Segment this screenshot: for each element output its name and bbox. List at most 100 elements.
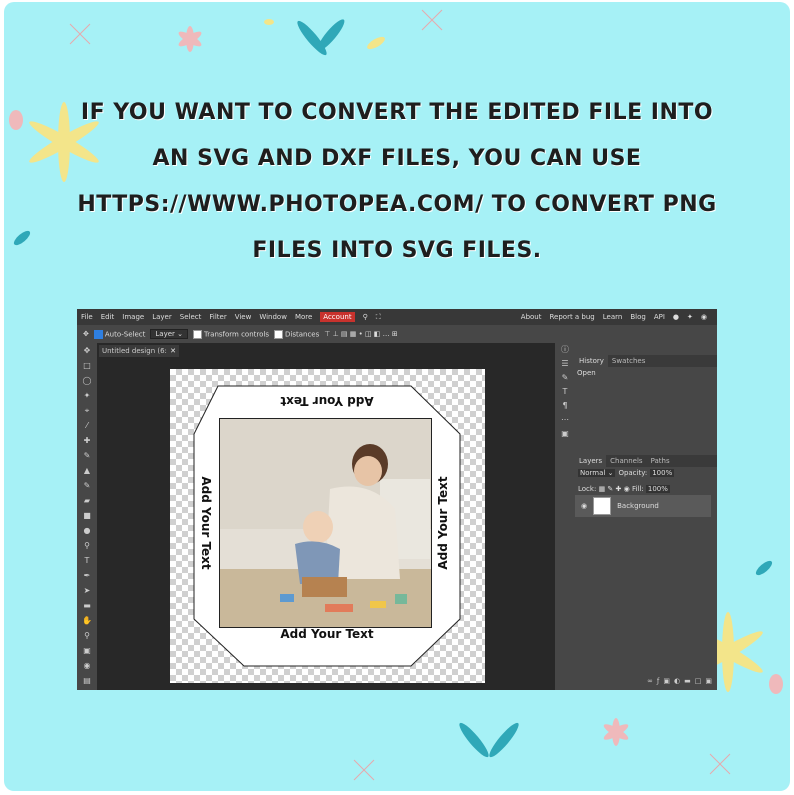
mask-icon[interactable]: ▣ (663, 677, 670, 690)
trash-icon[interactable]: ▣ (705, 677, 712, 690)
layer-row[interactable]: ◉ Background (575, 495, 711, 517)
eraser-tool-icon[interactable]: ▰ (84, 493, 90, 508)
history-list: Open (577, 369, 714, 439)
link-icon[interactable]: ∞ (647, 677, 653, 690)
mother-baby-photo (220, 419, 431, 627)
canvas[interactable]: Add Your Text Add Your Text Add Your Tex… (170, 369, 485, 683)
transform-controls-toggle[interactable]: Transform controls (193, 329, 269, 339)
headline: If you want to convert the edited file i… (77, 100, 717, 263)
document-tab[interactable]: Untitled design (6: ✕ (99, 345, 179, 357)
twitter-icon[interactable]: ✦ (683, 313, 697, 321)
menu-learn[interactable]: Learn (599, 313, 627, 321)
adjustment-icon[interactable]: ◐ (674, 677, 680, 690)
checkbox-icon (274, 329, 283, 339)
layer-options: Normal ⌄ Opacity: 100% (575, 469, 717, 477)
brush-settings-icon[interactable]: ✎ (562, 371, 569, 385)
menu-layer[interactable]: Layer (148, 313, 176, 321)
crop-tool-icon[interactable]: ⌖ (85, 403, 90, 418)
hand-tool-icon[interactable]: ✋ (82, 613, 92, 628)
tab-history[interactable]: History (575, 355, 608, 367)
facebook-icon[interactable]: ◉ (697, 313, 711, 321)
tab-swatches[interactable]: Swatches (608, 355, 649, 367)
fill-label: Fill: (631, 485, 644, 493)
right-menu: About Report a bug Learn Blog API ● ✦ ◉ (517, 313, 717, 321)
eyedropper-icon[interactable]: ⁄ (86, 418, 87, 433)
tab-paths[interactable]: Paths (647, 455, 674, 467)
right-panels: History Swatches Open Layers Channels Pa… (575, 343, 717, 690)
color-swatches-icon[interactable]: ▣ (83, 643, 91, 658)
history-brush-icon[interactable]: ✎ (84, 478, 91, 493)
menu-edit[interactable]: Edit (97, 313, 119, 321)
info-icon[interactable]: ⓘ (561, 343, 569, 357)
menu-image[interactable]: Image (118, 313, 148, 321)
dodge-tool-icon[interactable]: ⚲ (84, 538, 90, 553)
menu-bar: File Edit Image Layer Select Filter View… (77, 309, 717, 325)
move-tool-icon[interactable]: ✥ (84, 343, 91, 358)
options-bar: ✥ Auto-Select Layer ⌄ Transform controls… (77, 325, 717, 343)
marquee-tool-icon[interactable]: □ (83, 358, 91, 373)
toolbox: ✥ □ ◯ ✦ ⌖ ⁄ ✚ ✎ ▲ ✎ ▰ ■ ● ⚲ T ✒ ➤ ▬ ✋ ⚲ … (77, 343, 97, 690)
menu-api[interactable]: API (650, 313, 669, 321)
menu-more[interactable]: More (291, 313, 316, 321)
promo-graphic: If you want to convert the edited file i… (4, 2, 790, 791)
folder-icon[interactable]: ▬ (684, 677, 691, 690)
gradient-tool-icon[interactable]: ■ (83, 508, 91, 523)
fullscreen-icon[interactable]: ⛶ (372, 313, 385, 322)
css-icon[interactable]: ⋯ (561, 413, 569, 427)
character-icon[interactable]: T (563, 385, 568, 399)
menu-file[interactable]: File (77, 313, 97, 321)
lock-row: Lock: ▦ ✎ ✚ ◉ Fill: 100% (578, 485, 670, 493)
distances-toggle[interactable]: Distances (274, 329, 319, 339)
add-your-text-top[interactable]: Add Your Text (280, 394, 373, 408)
brush-tool-icon[interactable]: ✎ (84, 448, 91, 463)
layer-thumbnail (593, 497, 612, 515)
menu-view[interactable]: View (231, 313, 256, 321)
move-tool-icon[interactable]: ✥ (83, 330, 89, 338)
new-layer-icon[interactable]: □ (695, 677, 702, 690)
tab-layers[interactable]: Layers (575, 455, 607, 467)
menu-window[interactable]: Window (255, 313, 291, 321)
paragraph-icon[interactable]: ¶ (562, 399, 567, 413)
lasso-tool-icon[interactable]: ◯ (83, 373, 92, 388)
layer-footer-icons: ∞ ƒ ▣ ◐ ▬ □ ▣ (575, 677, 717, 690)
healing-tool-icon[interactable]: ✚ (84, 433, 91, 448)
blur-tool-icon[interactable]: ● (84, 523, 91, 538)
shape-tool-icon[interactable]: ▬ (83, 598, 91, 613)
reddit-icon[interactable]: ● (669, 313, 683, 321)
add-your-text-right[interactable]: Add Your Text (436, 476, 450, 569)
properties-icon[interactable]: ☰ (561, 357, 568, 371)
lock-icons[interactable]: ▦ ✎ ✚ ◉ (599, 485, 630, 493)
search-icon[interactable]: ⚲ (359, 313, 372, 321)
zoom-tool-icon[interactable]: ⚲ (84, 628, 90, 643)
opacity-field[interactable]: 100% (650, 469, 675, 477)
layer-name: Background (617, 502, 659, 510)
menu-select[interactable]: Select (176, 313, 206, 321)
visibility-eye-icon[interactable]: ◉ (581, 502, 587, 510)
account-button[interactable]: Account (320, 312, 355, 322)
layer-select[interactable]: Layer ⌄ (150, 329, 189, 339)
stamp-tool-icon[interactable]: ▲ (84, 463, 90, 478)
image-panel-icon[interactable]: ▣ (561, 427, 569, 441)
add-your-text-left[interactable]: Add Your Text (199, 476, 213, 569)
effects-icon[interactable]: ƒ (657, 677, 659, 690)
menu-about[interactable]: About (517, 313, 546, 321)
magic-wand-icon[interactable]: ✦ (84, 388, 91, 403)
tab-channels[interactable]: Channels (606, 455, 646, 467)
menu-filter[interactable]: Filter (205, 313, 230, 321)
screen-mode-icon[interactable]: ▤ (83, 673, 91, 688)
fill-field[interactable]: 100% (645, 485, 670, 493)
type-tool-icon[interactable]: T (85, 553, 90, 568)
history-item[interactable]: Open (577, 369, 596, 377)
close-icon[interactable]: ✕ (170, 347, 176, 355)
quick-mask-icon[interactable]: ◉ (84, 658, 91, 673)
auto-select-toggle[interactable]: Auto-Select (93, 329, 145, 339)
pen-tool-icon[interactable]: ✒ (84, 568, 91, 583)
menu-blog[interactable]: Blog (626, 313, 649, 321)
menu-report-bug[interactable]: Report a bug (545, 313, 598, 321)
path-select-icon[interactable]: ➤ (84, 583, 91, 598)
history-tabs: History Swatches (575, 355, 717, 367)
align-icons[interactable]: ⊤ ⊥ ▤ ▦ • ◫ ◧ … ⊞ (324, 330, 397, 338)
blend-mode-select[interactable]: Normal ⌄ (578, 469, 616, 477)
document-area: Untitled design (6: ✕ Add Your Text Add … (97, 343, 555, 690)
add-your-text-bottom[interactable]: Add Your Text (280, 627, 373, 641)
